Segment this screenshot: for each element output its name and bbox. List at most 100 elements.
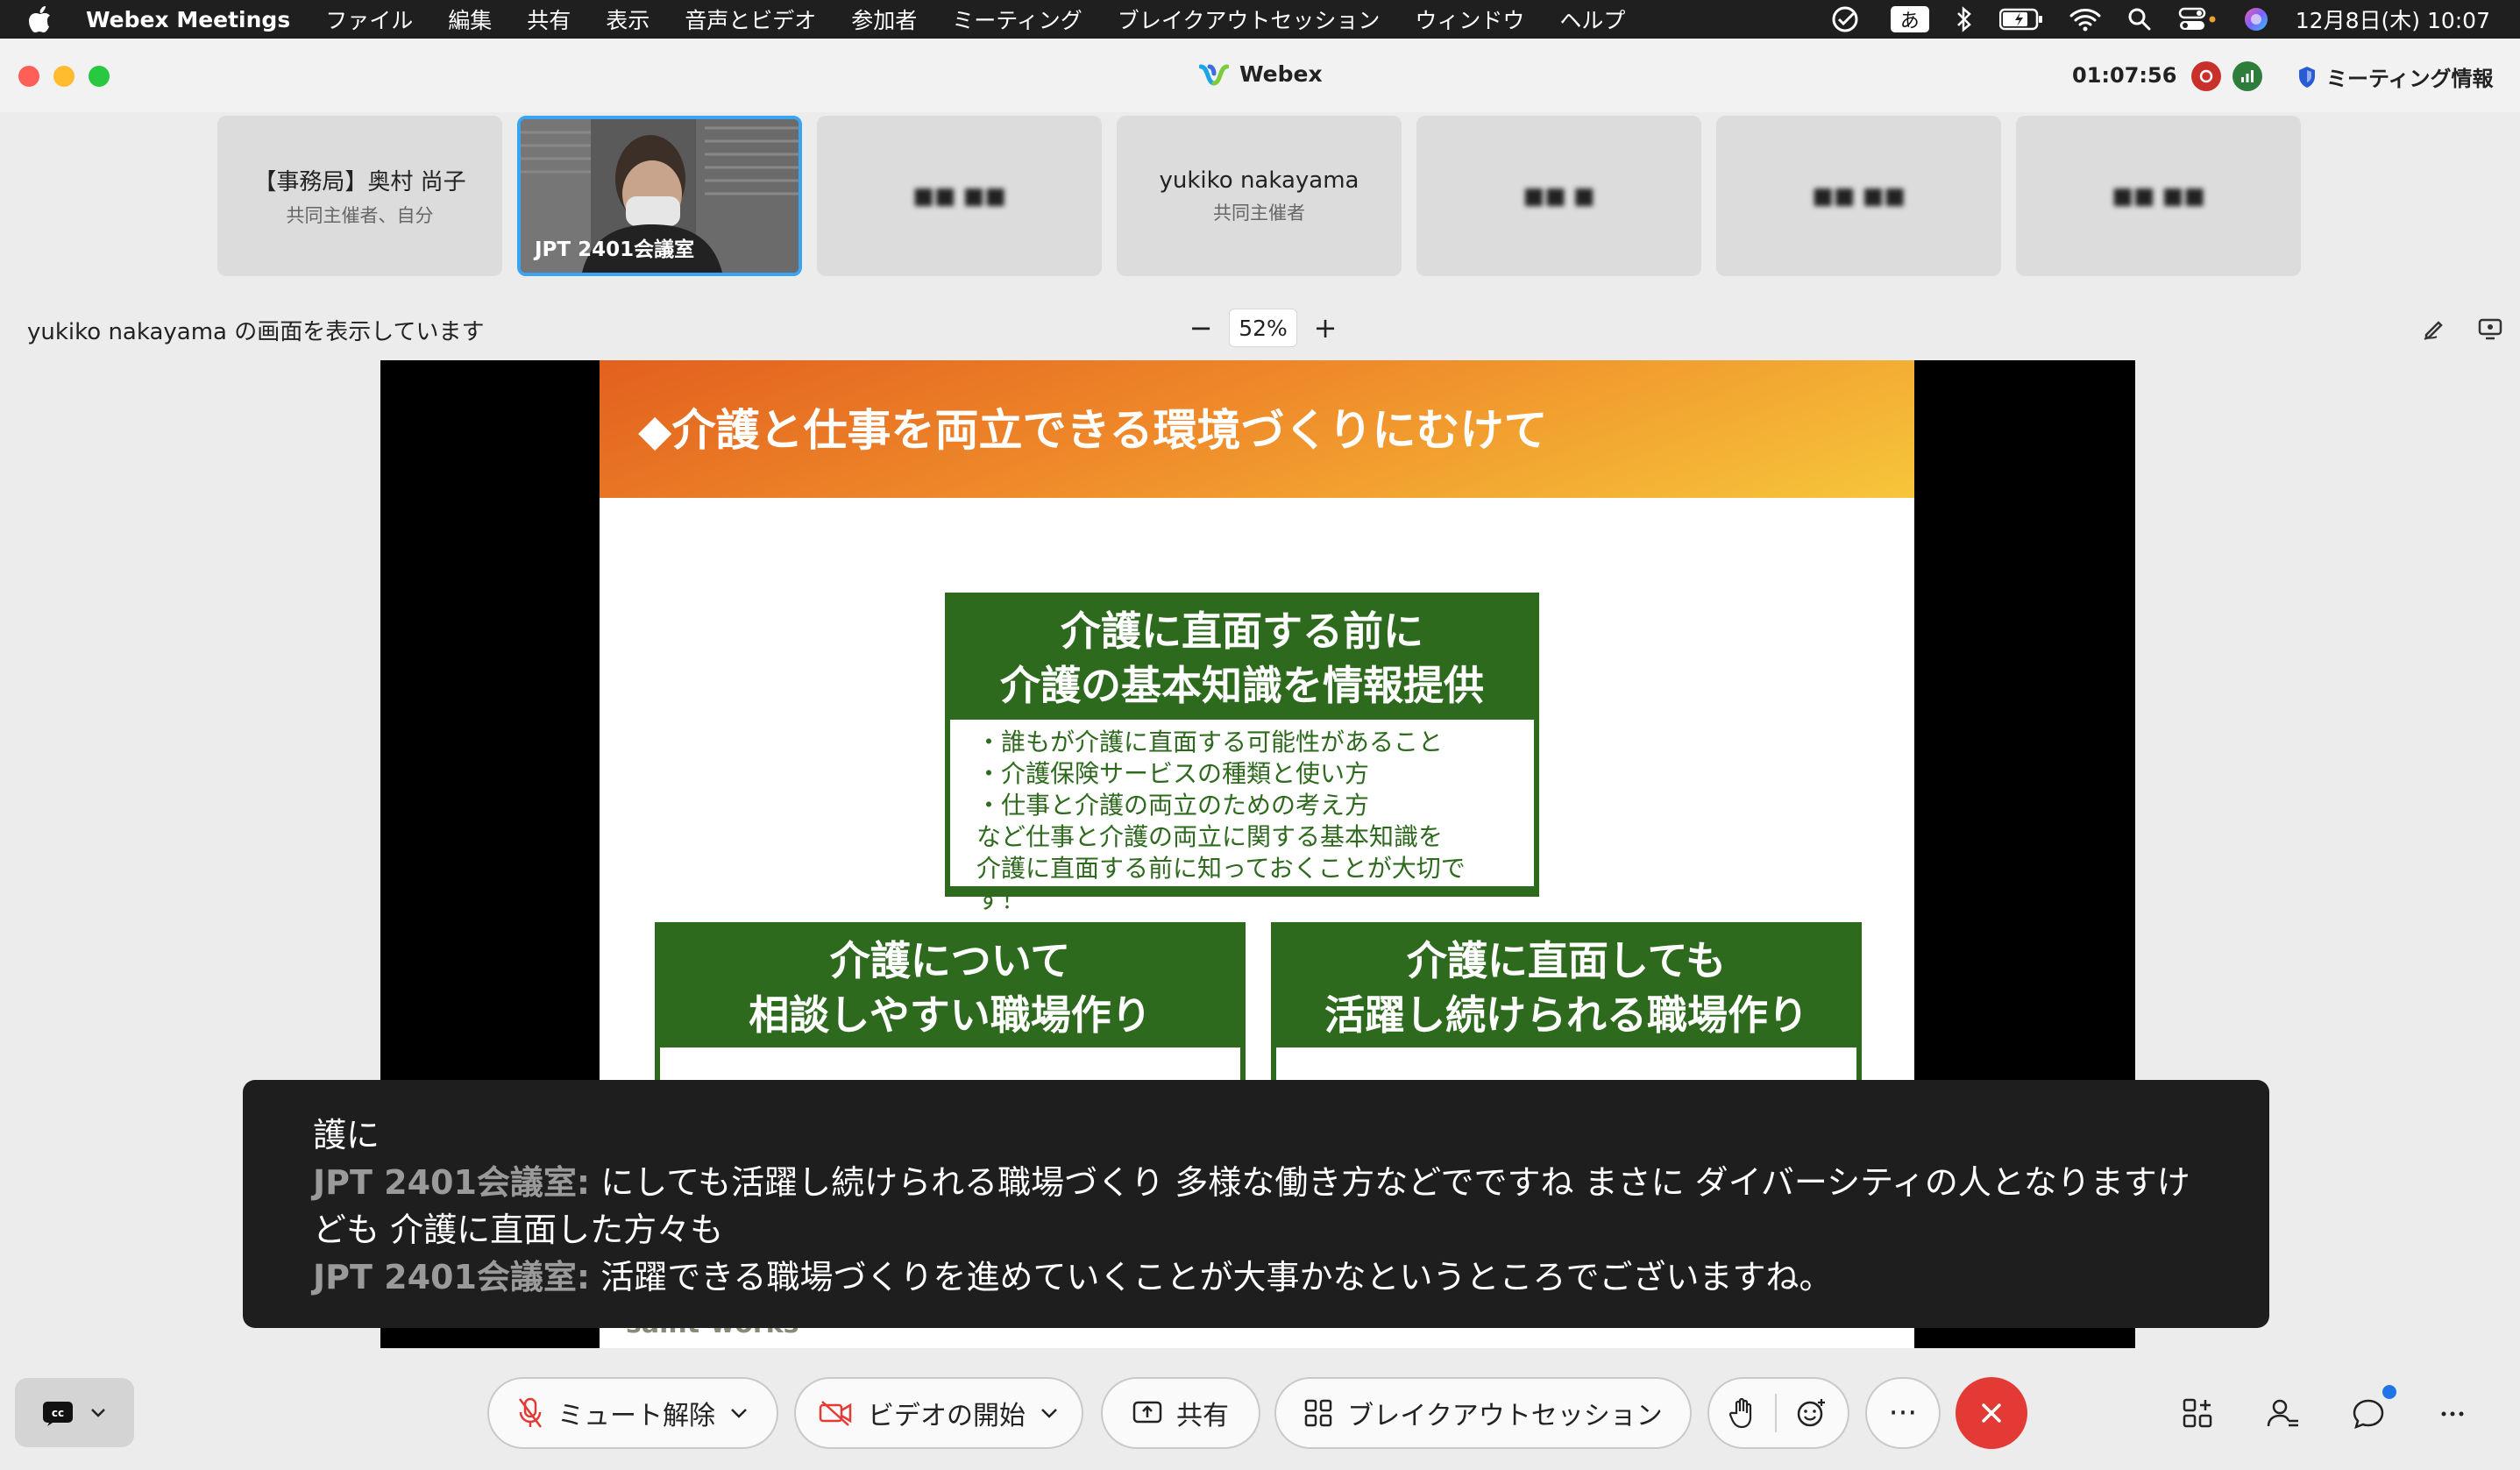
meeting-info-label: ミーティング情報 xyxy=(2326,67,2494,91)
box-body-line: ・仕事と介護の両立のための考え方 xyxy=(976,791,1370,820)
wifi-icon[interactable] xyxy=(2069,7,2101,32)
focus-check-icon[interactable] xyxy=(1831,4,1864,34)
meeting-info-button[interactable]: ミーティング情報 xyxy=(2296,61,2494,92)
window-title-text: Webex xyxy=(1239,61,1323,87)
zoom-in-button[interactable]: + xyxy=(1308,309,1343,347)
zoom-window-button[interactable] xyxy=(89,66,110,87)
participant-name: ■■ ■■ xyxy=(1812,182,1906,209)
menu-edit[interactable]: 編集 xyxy=(448,4,492,35)
slide-header-band: ◆介護と仕事を両立できる環境づくりにむけて xyxy=(600,360,1914,498)
participant-tile[interactable]: ■■ ■■ xyxy=(2016,116,2301,276)
participant-tile[interactable]: yukiko nakayama 共同主催者 xyxy=(1117,116,1402,276)
box-heading: 介護に直面しても 活躍し続けられる職場作り xyxy=(1274,925,1859,1042)
unmute-button[interactable]: ミュート解除 xyxy=(487,1377,778,1449)
chevron-down-icon[interactable] xyxy=(1040,1407,1059,1419)
unmute-label: ミュート解除 xyxy=(557,1401,715,1431)
menu-meeting[interactable]: ミーティング xyxy=(952,4,1083,35)
sharing-status-text: yukiko nakayama の画面を表示しています xyxy=(27,319,485,345)
box-body: ・誰もが介護に直面する可能性があること ・介護保険サービスの種類と使い方 ・仕事… xyxy=(950,720,1534,914)
participant-tile[interactable]: 【事務局】奥村 尚子 共同主催者、自分 xyxy=(217,116,502,276)
menu-bar-clock[interactable]: 12月8日(木) 10:07 xyxy=(2296,4,2490,35)
menu-file[interactable]: ファイル xyxy=(325,4,413,35)
participant-role: 共同主催者、自分 xyxy=(286,205,434,226)
breakout-session-label: ブレイクアウトセッション xyxy=(1347,1401,1663,1431)
participant-tile[interactable]: ■■ ■■ xyxy=(817,116,1102,276)
recording-indicator-icon[interactable] xyxy=(2191,61,2221,91)
raise-hand-icon[interactable] xyxy=(1729,1397,1756,1429)
menu-view[interactable]: 表示 xyxy=(606,4,650,35)
closed-captions-button[interactable]: cc xyxy=(15,1378,134,1447)
siri-icon[interactable] xyxy=(2243,6,2269,32)
bluetooth-icon[interactable] xyxy=(1956,5,1973,33)
participants-panel-icon[interactable] xyxy=(2264,1395,2303,1433)
start-video-button[interactable]: ビデオの開始 xyxy=(794,1377,1083,1449)
participant-tile[interactable]: ■■ ■ xyxy=(1416,116,1701,276)
more-panels-icon[interactable] xyxy=(2433,1395,2472,1433)
start-video-label: ビデオの開始 xyxy=(868,1401,1026,1431)
input-method-indicator[interactable]: あ xyxy=(1890,6,1929,32)
emoji-reaction-icon[interactable] xyxy=(1796,1397,1828,1429)
zoom-controls: − 52% + xyxy=(1183,309,1343,347)
screen-options-icon[interactable] xyxy=(2477,316,2503,345)
spotlight-search-icon[interactable] xyxy=(2127,7,2152,32)
leave-meeting-button[interactable] xyxy=(1956,1377,2027,1449)
menu-window[interactable]: ウィンドウ xyxy=(1415,4,1524,35)
zoom-level-field[interactable]: 52% xyxy=(1229,309,1297,347)
more-options-button[interactable]: ··· xyxy=(1865,1377,1941,1449)
box-heading-line: 介護に直面しても xyxy=(1406,937,1727,984)
menu-help[interactable]: ヘルプ xyxy=(1559,4,1625,35)
box-heading: 介護について 相談しやすい職場作り xyxy=(657,925,1243,1042)
menu-audio-video[interactable]: 音声とビデオ xyxy=(685,4,816,35)
window-title: Webex xyxy=(1199,61,1323,87)
breakout-session-button[interactable]: ブレイクアウトセッション xyxy=(1274,1377,1692,1449)
breakout-grid-icon xyxy=(1305,1399,1332,1427)
box-body-line: ・介護保険サービスの種類と使い方 xyxy=(976,759,1370,788)
meeting-timer: 01:07:56 xyxy=(2072,63,2177,88)
box-heading: 介護に直面する前に 介護の基本知識を情報提供 xyxy=(948,595,1537,713)
box-body xyxy=(660,1047,1240,1083)
zoom-out-button[interactable]: − xyxy=(1183,309,1218,347)
share-screen-icon xyxy=(1132,1401,1162,1424)
box-body xyxy=(1276,1047,1856,1083)
chat-icon[interactable] xyxy=(2349,1395,2388,1433)
network-stats-icon[interactable] xyxy=(2233,61,2262,91)
participant-tile-active-video[interactable]: JPT 2401会議室 xyxy=(517,116,802,276)
microphone-muted-icon xyxy=(519,1397,542,1428)
participant-tile[interactable]: ■■ ■■ xyxy=(1716,116,2001,276)
app-name-menu[interactable]: Webex Meetings xyxy=(86,7,290,32)
chevron-down-icon[interactable] xyxy=(729,1407,749,1419)
box-body-line: 介護に直面する前に知っておくことが大切です！ xyxy=(976,854,1466,914)
shield-icon xyxy=(2299,66,2315,88)
participant-name: ■■ ■ xyxy=(1523,182,1595,209)
minimize-window-button[interactable] xyxy=(53,66,75,87)
box-heading-line: 介護に直面する前に xyxy=(1061,607,1423,655)
menu-breakout[interactable]: ブレイクアウトセッション xyxy=(1118,4,1381,35)
caption-entry: JPT 2401会議室: にしても活躍し続けられる職場づくり 多様な働き方などで… xyxy=(313,1159,2199,1253)
caption-speaker: JPT 2401会議室: xyxy=(313,1163,591,1202)
share-label: 共有 xyxy=(1176,1401,1229,1431)
participant-name: ■■ ■■ xyxy=(912,182,1006,209)
annotate-pen-icon[interactable] xyxy=(2421,316,2447,345)
window-title-bar: Webex 01:07:56 ミーティング情報 xyxy=(0,39,2520,112)
share-button[interactable]: 共有 xyxy=(1101,1377,1260,1449)
menu-bar-status-area: あ 12月8日(木) 10:07 xyxy=(1831,0,2490,39)
menu-participants[interactable]: 参加者 xyxy=(851,4,917,35)
participant-name: ■■ ■■ xyxy=(2112,182,2205,209)
closed-captions-icon: cc xyxy=(43,1401,73,1426)
close-window-button[interactable] xyxy=(18,66,39,87)
apple-icon[interactable] xyxy=(26,4,53,34)
menu-share[interactable]: 共有 xyxy=(527,4,571,35)
caption-text: 活躍できる職場づくりを進めていくことが大事かなというところでございますね。 xyxy=(600,1258,1833,1296)
apps-icon[interactable] xyxy=(2179,1395,2218,1433)
participant-name: yukiko nakayama xyxy=(1159,167,1359,194)
caption-line: 護に xyxy=(313,1116,380,1154)
slide-title: ◆介護と仕事を両立できる環境づくりにむけて xyxy=(638,405,1548,456)
caption-entry: JPT 2401会議室: 活躍できる職場づくりを進めていくことが大事かなというと… xyxy=(313,1253,2199,1301)
caption-text: にしても活躍し続けられる職場づくり 多様な働き方などでですね まさに ダイバーシ… xyxy=(313,1163,2190,1249)
participant-name: JPT 2401会議室 xyxy=(535,238,695,261)
control-center-icon[interactable] xyxy=(2178,6,2217,32)
reactions-group xyxy=(1707,1377,1849,1449)
info-box-before-care: 介護に直面する前に 介護の基本知識を情報提供 ・誰もが介護に直面する可能性がある… xyxy=(945,593,1539,914)
divider xyxy=(1775,1394,1777,1432)
battery-icon[interactable] xyxy=(1998,8,2043,31)
